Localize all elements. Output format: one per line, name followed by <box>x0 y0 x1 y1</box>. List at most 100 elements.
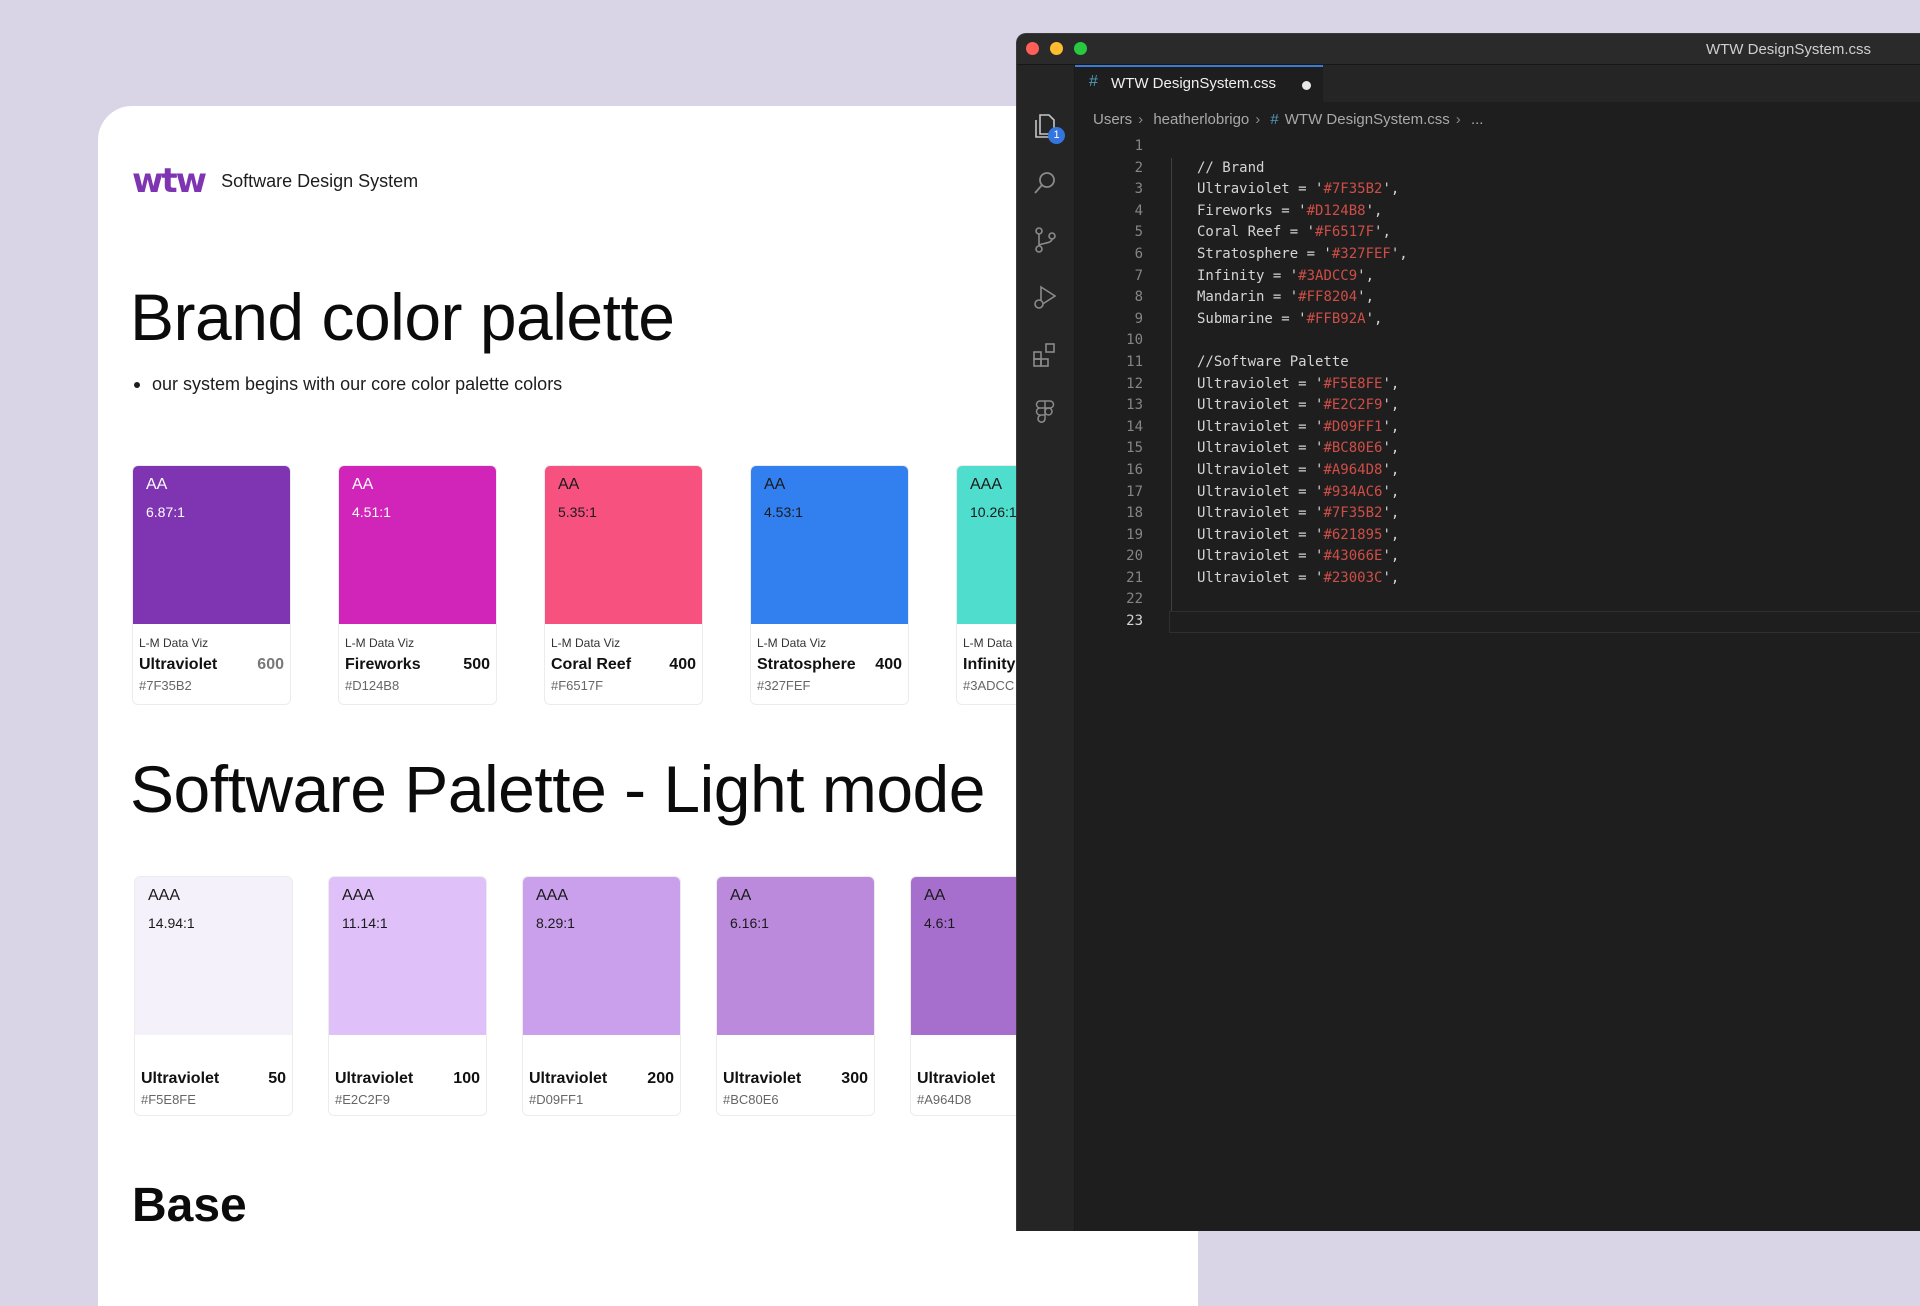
code-line[interactable]: 20 Ultraviolet = '#43066E', <box>1075 546 1920 568</box>
editor-tabs: # WTW DesignSystem.css <box>1075 65 1920 102</box>
code-line[interactable]: 9 Submarine = '#FFB92A', <box>1075 308 1920 331</box>
code-line[interactable]: 15 Ultraviolet = '#BC80E6', <box>1075 438 1920 460</box>
color-value-string: #D09FF1 <box>1323 418 1383 435</box>
code-token-tail: ', <box>1357 267 1375 284</box>
code-line[interactable]: 22 <box>1075 589 1920 612</box>
code-area[interactable]: 1 2// Brand 3 Ultraviolet = '#7F35B2', 4 Fire… <box>1075 136 1920 633</box>
line-number: 15 <box>1126 440 1143 457</box>
unsaved-dot-icon[interactable] <box>1302 81 1311 90</box>
color-card[interactable]: AA 4.53:1 L-M Data Viz Stratosphere 400 #327F… <box>750 465 909 705</box>
code-line[interactable]: 6 Stratosphere = '#327FEF', <box>1075 243 1920 266</box>
indent-guide <box>1171 179 1172 201</box>
code-token: Infinity = ' <box>1197 267 1299 284</box>
code-token-tail: ', <box>1382 440 1400 457</box>
code-token-tail: ', <box>1382 505 1400 522</box>
line-number: 6 <box>1134 245 1143 262</box>
color-name: Stratosphere <box>757 656 856 673</box>
color-value-string: #FF8204 <box>1298 289 1358 306</box>
code-token: Ultraviolet = ' <box>1197 548 1324 565</box>
contrast-rating: AA <box>924 887 946 904</box>
extensions-icon[interactable] <box>1031 341 1059 369</box>
code-line[interactable]: 10 <box>1075 330 1920 352</box>
line-number: 13 <box>1126 397 1143 414</box>
tab-designsystem-css[interactable]: # WTW DesignSystem.css <box>1075 65 1323 102</box>
color-card[interactable]: AA 5.35:1 L-M Data Viz Coral Reef 400 #F6517F <box>544 465 703 705</box>
color-value-string: #23003C <box>1323 569 1383 586</box>
bullet-dot <box>134 381 140 388</box>
code-text: Coral Reef = '#F6517F', <box>1197 222 1391 244</box>
search-icon[interactable] <box>1031 169 1059 197</box>
color-hex: #F6517F <box>551 678 604 693</box>
color-swatch: AA 4.53:1 <box>751 466 908 624</box>
code-line[interactable]: 16 Ultraviolet = '#A964D8', <box>1075 459 1920 482</box>
color-card[interactable]: AA 6.87:1 L-M Data Viz Ultraviolet 600 #7F35B… <box>132 465 291 705</box>
indent-guide <box>1171 546 1172 568</box>
code-line[interactable]: 7 Infinity = '#3ADCC9', <box>1075 265 1920 288</box>
line-number: 5 <box>1134 224 1143 241</box>
indent-guide <box>1171 589 1172 612</box>
code-text: Ultraviolet = '#621895', <box>1197 525 1399 547</box>
code-text: Ultraviolet = '#23003C', <box>1197 568 1399 590</box>
code-text: Ultraviolet = '#934AC6', <box>1197 482 1399 504</box>
source-control-icon[interactable] <box>1031 226 1059 254</box>
breadcrumb-users[interactable]: Users <box>1093 111 1132 128</box>
code-token-tail: ', <box>1365 202 1383 219</box>
code-line[interactable]: 1 <box>1075 136 1920 158</box>
code-line[interactable]: 21 Ultraviolet = '#23003C', <box>1075 567 1920 590</box>
color-weight: 600 <box>257 656 284 673</box>
breadcrumb-more[interactable]: ... <box>1471 111 1484 128</box>
color-hex: #E2C2F9 <box>335 1092 390 1107</box>
color-weight: 100 <box>453 1070 480 1087</box>
minimize-window-button[interactable] <box>1050 42 1063 55</box>
indent-guide <box>1171 243 1172 266</box>
color-value-string: #43066E <box>1323 548 1383 565</box>
code-token-tail: ', <box>1357 289 1375 306</box>
breadcrumb-user-folder[interactable]: heatherlobrigo <box>1153 111 1249 128</box>
color-card[interactable]: AAA 11.14:1 Ultraviolet 100 #E2C2F9 <box>328 876 487 1116</box>
code-line[interactable]: 17 Ultraviolet = '#934AC6', <box>1075 481 1920 504</box>
contrast-ratio: 6.16:1 <box>730 915 769 931</box>
zoom-window-button[interactable] <box>1074 42 1087 55</box>
breadcrumb-file[interactable]: WTW DesignSystem.css <box>1285 111 1450 128</box>
color-swatch: AAA 11.14:1 <box>329 877 486 1035</box>
code-text: Infinity = '#3ADCC9', <box>1197 266 1374 288</box>
code-token-tail: ', <box>1382 526 1400 543</box>
color-swatch: AAA 14.94:1 <box>135 877 292 1035</box>
code-token-tail: ', <box>1382 569 1400 586</box>
contrast-rating: AA <box>352 476 374 493</box>
code-token-tail: ', <box>1365 310 1383 327</box>
color-card[interactable]: AAA 8.29:1 Ultraviolet 200 #D09FF1 <box>522 876 681 1116</box>
code-text: Ultraviolet = '#BC80E6', <box>1197 438 1399 460</box>
color-swatch: AA 6.87:1 <box>133 466 290 624</box>
code-line[interactable]: 14 Ultraviolet = '#D09FF1', <box>1075 416 1920 439</box>
code-line[interactable]: 12 Ultraviolet = '#F5E8FE', <box>1075 373 1920 396</box>
wtw-logo: wtw <box>132 161 207 201</box>
code-line[interactable]: 23 <box>1075 611 1920 633</box>
code-line[interactable]: 19 Ultraviolet = '#621895', <box>1075 524 1920 547</box>
code-line[interactable]: 3 Ultraviolet = '#7F35B2', <box>1075 179 1920 201</box>
color-card[interactable]: AAA 14.94:1 Ultraviolet 50 #F5E8FE <box>134 876 293 1116</box>
color-value-string: #A964D8 <box>1323 461 1383 478</box>
code-line[interactable]: 18 Ultraviolet = '#7F35B2', <box>1075 503 1920 525</box>
intro-bullet: our system begins with our core color pa… <box>134 374 562 395</box>
color-card[interactable]: AA 4.51:1 L-M Data Viz Fireworks 500 #D124B8 <box>338 465 497 705</box>
code-line[interactable]: 11 //Software Palette <box>1075 351 1920 374</box>
color-value-string: #621895 <box>1323 526 1383 543</box>
code-line[interactable]: 2 // Brand <box>1075 157 1920 180</box>
color-card[interactable]: AA 6.16:1 Ultraviolet 300 #BC80E6 <box>716 876 875 1116</box>
code-line[interactable]: 13 Ultraviolet = '#E2C2F9', <box>1075 395 1920 417</box>
code-line[interactable]: 5 Coral Reef = '#F6517F', <box>1075 222 1920 244</box>
color-value-string: #3ADCC9 <box>1298 267 1358 284</box>
code-line[interactable]: 4 Fireworks = '#D124B8', <box>1075 200 1920 223</box>
code-token: Mandarin = ' <box>1197 289 1299 306</box>
run-debug-icon[interactable] <box>1031 283 1059 311</box>
color-hex: #7F35B2 <box>139 678 192 693</box>
code-line[interactable]: 8 Mandarin = '#FF8204', <box>1075 287 1920 309</box>
close-window-button[interactable] <box>1026 42 1039 55</box>
contrast-ratio: 5.35:1 <box>558 504 597 520</box>
figma-icon[interactable] <box>1031 398 1059 426</box>
chevron-right-icon: › <box>1455 111 1461 128</box>
contrast-rating: AA <box>558 476 580 493</box>
contrast-ratio: 4.53:1 <box>764 504 803 520</box>
current-line-highlight <box>1169 611 1920 633</box>
